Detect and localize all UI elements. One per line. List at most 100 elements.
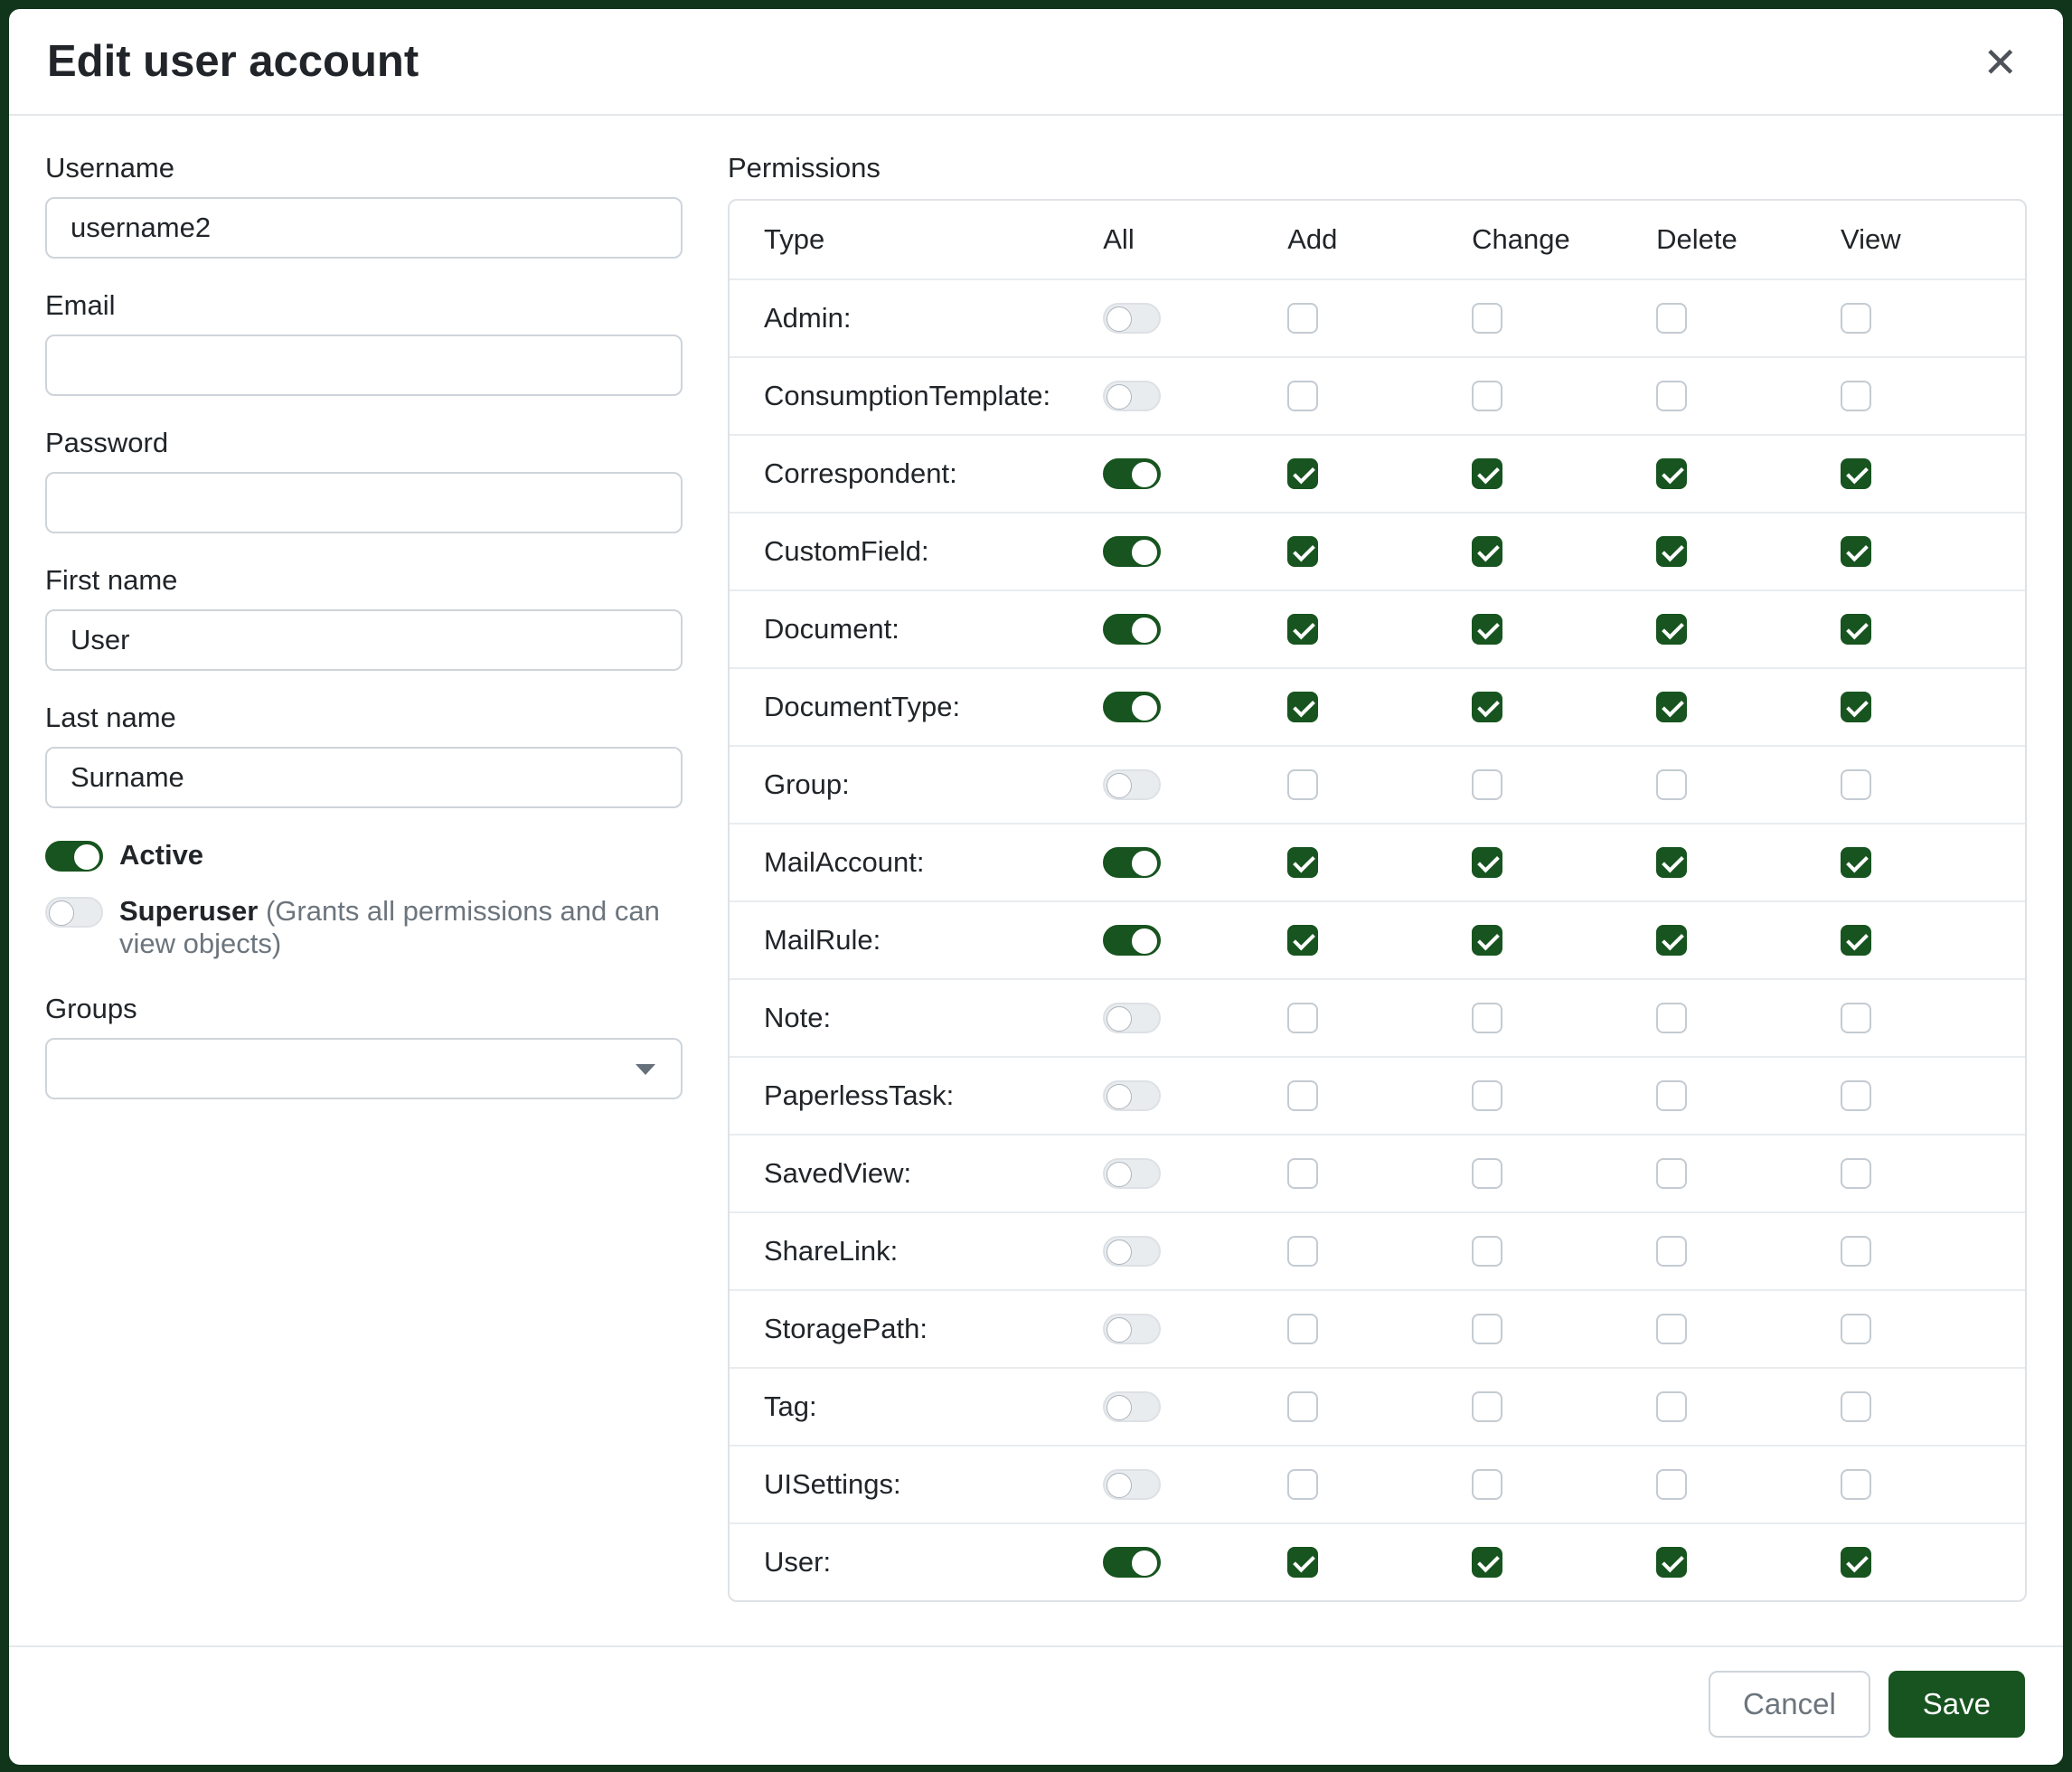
permission-add-checkbox[interactable] [1287,925,1318,956]
password-input[interactable] [45,472,683,533]
permission-delete-checkbox[interactable] [1656,381,1687,411]
permission-view-checkbox[interactable] [1841,769,1871,800]
permission-all-toggle[interactable] [1103,1158,1161,1189]
permissions-section: Permissions Type All Add Change Delete V… [728,152,2027,1627]
permission-add-checkbox[interactable] [1287,536,1318,567]
email-input[interactable] [45,335,683,396]
permission-add-checkbox[interactable] [1287,614,1318,645]
permission-delete-checkbox[interactable] [1656,847,1687,878]
save-button[interactable]: Save [1888,1671,2025,1738]
permission-delete-checkbox[interactable] [1656,1547,1687,1578]
permission-all-toggle[interactable] [1103,1391,1161,1422]
permission-add-checkbox[interactable] [1287,1158,1318,1189]
permission-delete-checkbox[interactable] [1656,692,1687,722]
permission-add-checkbox[interactable] [1287,1236,1318,1267]
permission-change-checkbox[interactable] [1472,1314,1502,1344]
permission-all-toggle[interactable] [1103,692,1161,722]
permission-all-toggle[interactable] [1103,614,1161,645]
permission-delete-checkbox[interactable] [1656,925,1687,956]
permission-change-checkbox[interactable] [1472,1547,1502,1578]
last-name-label: Last name [45,702,683,734]
permission-change-checkbox[interactable] [1472,925,1502,956]
permission-change-checkbox[interactable] [1472,458,1502,489]
permission-delete-checkbox[interactable] [1656,536,1687,567]
permission-view-checkbox[interactable] [1841,1080,1871,1111]
permission-change-checkbox[interactable] [1472,1469,1502,1500]
permission-view-checkbox[interactable] [1841,536,1871,567]
groups-select[interactable] [45,1038,683,1099]
permission-delete-checkbox[interactable] [1656,769,1687,800]
first-name-input[interactable] [45,609,683,671]
permission-add-checkbox[interactable] [1287,303,1318,334]
permission-view-checkbox[interactable] [1841,1236,1871,1267]
permission-view-checkbox[interactable] [1841,847,1871,878]
close-icon[interactable]: ✕ [1975,38,2025,87]
permission-all-toggle[interactable] [1103,1080,1161,1111]
permission-view-checkbox[interactable] [1841,1314,1871,1344]
permission-all-toggle[interactable] [1103,458,1161,489]
permission-view-checkbox[interactable] [1841,692,1871,722]
permission-add-checkbox[interactable] [1287,1003,1318,1033]
permission-delete-checkbox[interactable] [1656,1236,1687,1267]
permission-add-checkbox[interactable] [1287,1314,1318,1344]
active-toggle[interactable] [45,841,103,872]
permission-delete-checkbox[interactable] [1656,303,1687,334]
permission-view-checkbox[interactable] [1841,925,1871,956]
permission-change-checkbox[interactable] [1472,847,1502,878]
superuser-toggle[interactable] [45,897,103,928]
permission-add-checkbox[interactable] [1287,1080,1318,1111]
permission-all-toggle[interactable] [1103,1003,1161,1033]
permission-view-checkbox[interactable] [1841,303,1871,334]
permission-all-toggle[interactable] [1103,303,1161,334]
permission-delete-checkbox[interactable] [1656,1080,1687,1111]
permission-all-toggle[interactable] [1103,1469,1161,1500]
permission-view-checkbox[interactable] [1841,614,1871,645]
permission-all-toggle[interactable] [1103,536,1161,567]
permission-view-checkbox[interactable] [1841,1158,1871,1189]
permission-change-checkbox[interactable] [1472,1003,1502,1033]
permission-change-checkbox[interactable] [1472,303,1502,334]
permission-view-checkbox[interactable] [1841,458,1871,489]
permission-add-checkbox[interactable] [1287,1547,1318,1578]
permission-delete-checkbox[interactable] [1656,458,1687,489]
permission-delete-checkbox[interactable] [1656,1469,1687,1500]
permission-add-checkbox[interactable] [1287,1469,1318,1500]
permission-add-checkbox[interactable] [1287,381,1318,411]
permission-delete-checkbox[interactable] [1656,1003,1687,1033]
permission-view-checkbox[interactable] [1841,1391,1871,1422]
dialog-header: Edit user account ✕ [9,9,2063,116]
permission-add-checkbox[interactable] [1287,1391,1318,1422]
permission-view-checkbox[interactable] [1841,1003,1871,1033]
permission-add-checkbox[interactable] [1287,769,1318,800]
permission-change-checkbox[interactable] [1472,769,1502,800]
permission-change-checkbox[interactable] [1472,692,1502,722]
permission-all-toggle[interactable] [1103,381,1161,411]
cancel-button[interactable]: Cancel [1709,1671,1870,1738]
permission-delete-checkbox[interactable] [1656,1158,1687,1189]
permission-change-checkbox[interactable] [1472,536,1502,567]
last-name-input[interactable] [45,747,683,808]
permission-change-checkbox[interactable] [1472,1236,1502,1267]
permission-view-checkbox[interactable] [1841,1547,1871,1578]
permission-change-checkbox[interactable] [1472,1391,1502,1422]
permission-add-checkbox[interactable] [1287,692,1318,722]
permission-all-toggle[interactable] [1103,1236,1161,1267]
permission-view-checkbox[interactable] [1841,1469,1871,1500]
permission-all-toggle[interactable] [1103,1314,1161,1344]
permission-change-checkbox[interactable] [1472,381,1502,411]
permission-change-checkbox[interactable] [1472,1080,1502,1111]
permission-add-checkbox[interactable] [1287,847,1318,878]
permission-add-checkbox[interactable] [1287,458,1318,489]
groups-label: Groups [45,993,683,1025]
permission-all-toggle[interactable] [1103,925,1161,956]
permission-change-checkbox[interactable] [1472,1158,1502,1189]
permission-all-toggle[interactable] [1103,847,1161,878]
permission-all-toggle[interactable] [1103,1547,1161,1578]
permission-change-checkbox[interactable] [1472,614,1502,645]
permission-all-toggle[interactable] [1103,769,1161,800]
permission-delete-checkbox[interactable] [1656,1391,1687,1422]
permission-delete-checkbox[interactable] [1656,1314,1687,1344]
username-input[interactable] [45,197,683,259]
permission-delete-checkbox[interactable] [1656,614,1687,645]
permission-view-checkbox[interactable] [1841,381,1871,411]
